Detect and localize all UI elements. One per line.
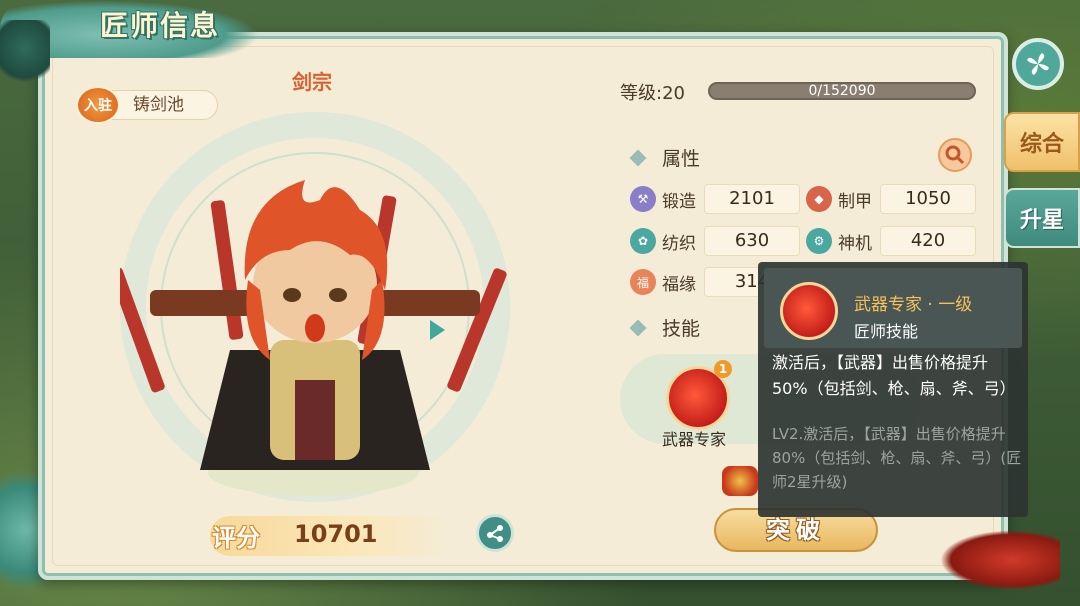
attribute-value: 420 xyxy=(880,226,976,256)
attribute-value: 1050 xyxy=(880,184,976,214)
close-button[interactable] xyxy=(1012,38,1064,90)
tab-star-up[interactable]: 升星 xyxy=(1004,188,1080,248)
attributes-title: 属性 xyxy=(662,148,701,170)
fortune-icon: 福 xyxy=(630,269,656,295)
gear-icon: ⚙ xyxy=(806,228,832,254)
join-place: 铸剑池 xyxy=(110,90,218,120)
skill-name: 武器专家 xyxy=(662,430,727,449)
attribute-value: 630 xyxy=(704,226,800,256)
skill-level-badge: 1 xyxy=(714,360,732,378)
tooltip-description: 激活后，【武器】出售价格提升50%（包括剑、枪、扇、斧、弓） xyxy=(772,353,1016,398)
weapon-expert-icon xyxy=(780,282,838,340)
diamond-icon xyxy=(629,319,647,336)
attribute-name: 福缘 xyxy=(662,274,696,295)
eye-right xyxy=(329,288,347,302)
tooltip-header: 武器专家 · 一级 匠师技能 xyxy=(764,268,1022,348)
attribute-detail-button[interactable] xyxy=(938,138,972,172)
eye-left xyxy=(283,288,301,302)
attribute-row-weaving: ✿ 纺织 630 xyxy=(630,225,800,257)
arrow-icon xyxy=(430,320,445,340)
attribute-name: 锻造 xyxy=(662,191,696,212)
thread-icon: ✿ xyxy=(630,228,656,254)
anvil-icon: ⚒ xyxy=(630,186,656,212)
attribute-name: 制甲 xyxy=(838,191,872,212)
title-banner: 匠师信息 xyxy=(0,0,260,90)
level-label: 等级:20 xyxy=(620,83,685,104)
tooltip-subtitle: 匠师技能 xyxy=(854,322,919,341)
tooltip-next-level: LV2.激活后，【武器】出售价格提升80%（包括剑、枪、扇、斧、弓）(匠师2星升… xyxy=(772,425,1022,491)
diamond-icon xyxy=(629,149,647,166)
material-icon xyxy=(722,466,758,496)
craftsman-name: 剑宗 xyxy=(292,70,332,94)
skills-heading: 技能 xyxy=(629,314,701,341)
attribute-row-forging: ⚒ 锻造 2101 xyxy=(630,183,800,215)
ribbon-decoration xyxy=(940,530,1060,590)
character-portrait xyxy=(120,180,507,470)
robe-panel xyxy=(295,380,335,460)
pine-icon xyxy=(0,20,50,90)
attributes-heading: 属性 xyxy=(629,144,701,171)
armor-icon: ◆ xyxy=(806,186,832,212)
share-icon xyxy=(487,525,503,542)
close-icon xyxy=(1027,53,1049,75)
tooltip-title: 武器专家 · 一级 xyxy=(854,295,973,315)
attribute-name: 神机 xyxy=(838,233,872,254)
share-button[interactable] xyxy=(476,514,514,552)
search-icon xyxy=(945,145,965,165)
attribute-row-armor: ◆ 制甲 1050 xyxy=(806,183,976,215)
beard-icon xyxy=(305,314,325,342)
tab-overview[interactable]: 综合 xyxy=(1004,112,1080,172)
page-title: 匠师信息 xyxy=(100,9,221,42)
skill-tooltip: 武器专家 · 一级 匠师技能 激活后，【武器】出售价格提升50%（包括剑、枪、扇… xyxy=(758,262,1028,517)
attribute-name: 纺织 xyxy=(662,233,696,254)
exp-bar: 0/152090 xyxy=(708,82,976,100)
attribute-row-machinery: ⚙ 神机 420 xyxy=(806,225,976,257)
join-badge: 入驻 xyxy=(76,86,120,124)
attribute-value: 2101 xyxy=(704,184,800,214)
skills-title: 技能 xyxy=(662,318,701,340)
score-value: 10701 xyxy=(294,520,378,548)
exp-text: 0/152090 xyxy=(808,83,876,99)
score-label: 评分 xyxy=(212,523,260,552)
join-tag[interactable]: 入驻 铸剑池 xyxy=(76,86,218,124)
